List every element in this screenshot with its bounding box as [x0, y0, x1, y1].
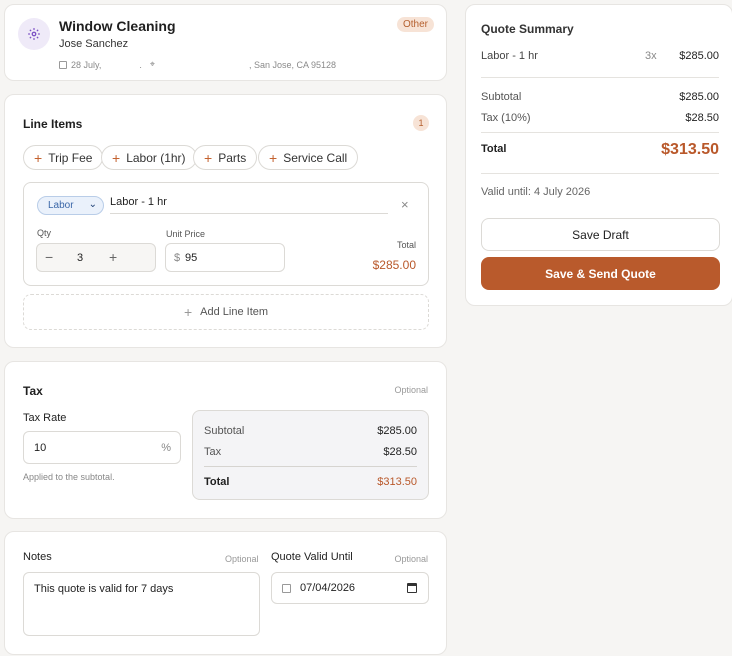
- calendar-icon: [59, 60, 67, 69]
- plus-icon: +: [34, 149, 43, 166]
- quantity-stepper[interactable]: − 3 +: [36, 243, 156, 272]
- plus-icon: +: [269, 149, 278, 166]
- tax-rate-input[interactable]: 10 %: [23, 431, 181, 464]
- unit-price-input[interactable]: $ 95: [165, 243, 285, 272]
- item-type-value: Labor: [48, 200, 74, 211]
- gear-icon: [28, 28, 40, 40]
- tax-breakdown: Subtotal $285.00 Tax $28.50 Total $313.5…: [192, 410, 429, 500]
- client-address: , San Jose, CA 95128: [248, 59, 337, 70]
- tax-rate-value: 10: [34, 442, 47, 454]
- qty-label: Qty: [37, 228, 52, 238]
- unit-price-label: Unit Price: [166, 229, 206, 239]
- plus-icon: +: [204, 149, 213, 166]
- tax-optional-label: Optional: [394, 385, 428, 395]
- summary-subtotal-label: Subtotal: [481, 91, 522, 103]
- unit-price-value: 95: [185, 252, 198, 264]
- quick-add-trip-fee-button[interactable]: + Trip Fee: [23, 145, 104, 170]
- calendar-icon: [282, 584, 291, 593]
- valid-until-title: Quote Valid Until: [271, 551, 353, 563]
- tax-total-value: $313.50: [377, 476, 417, 488]
- summary-item-total: $285.00: [679, 50, 719, 62]
- client-name: Jose Sanchez: [59, 38, 129, 50]
- tax-title: Tax: [23, 384, 43, 398]
- qty-value: 3: [77, 252, 84, 264]
- summary-title: Quote Summary: [481, 22, 574, 36]
- tax-subtotal-label: Subtotal: [204, 425, 245, 437]
- notes-textarea[interactable]: This quote is valid for 7 days: [23, 572, 260, 636]
- valid-until-optional-label: Optional: [394, 554, 428, 564]
- notes-card: Notes Optional This quote is valid for 7…: [4, 531, 447, 655]
- meta-separator: .: [139, 59, 142, 70]
- item-total-label: Total: [396, 240, 416, 250]
- chevron-down-icon: ⌄: [88, 199, 97, 210]
- client-card: Window Cleaning Jose Sanchez 28 July, . …: [4, 4, 447, 81]
- save-send-quote-button[interactable]: Save & Send Quote: [481, 257, 720, 290]
- quick-add-parts-button[interactable]: + Parts: [193, 145, 258, 170]
- tax-total-label: Total: [204, 476, 230, 488]
- service-avatar: [18, 18, 50, 50]
- valid-until-date-input[interactable]: 07/04/2026: [271, 572, 429, 604]
- summary-tax-label: Tax (10%): [481, 112, 531, 124]
- line-items-count-badge: 1: [413, 115, 429, 131]
- item-description-input[interactable]: Labor - 1 hr: [110, 196, 388, 214]
- divider: [481, 132, 719, 133]
- quick-add-label: Trip Fee: [48, 150, 93, 165]
- client-date: 28 July,: [71, 59, 102, 70]
- tax-hint: Applied to the subtotal.: [23, 472, 115, 482]
- location-pin-icon: ⌖: [149, 59, 155, 69]
- notes-optional-label: Optional: [225, 554, 259, 564]
- date-picker-icon[interactable]: [407, 583, 417, 593]
- quick-add-label: Service Call: [283, 150, 348, 165]
- item-type-select[interactable]: Labor ⌄: [37, 196, 104, 215]
- valid-until-value: 07/04/2026: [300, 582, 356, 594]
- quick-add-labor-button[interactable]: + Labor (1hr): [101, 145, 197, 170]
- quick-add-label: Labor (1hr): [126, 150, 186, 165]
- summary-total-label: Total: [481, 143, 507, 155]
- plus-icon: +: [112, 149, 121, 166]
- line-items-title: Line Items: [23, 117, 83, 131]
- divider: [481, 77, 719, 78]
- percent-symbol: %: [161, 442, 171, 454]
- client-meta: 28 July, . ⌖ , San Jose, CA 95128: [59, 59, 359, 70]
- line-item: Labor ⌄ Labor - 1 hr × Qty − 3 + Unit Pr…: [23, 182, 429, 286]
- summary-subtotal-value: $285.00: [679, 91, 719, 103]
- remove-item-icon[interactable]: ×: [401, 197, 409, 212]
- minus-icon[interactable]: −: [45, 249, 53, 265]
- plus-icon[interactable]: +: [109, 249, 117, 265]
- quick-add-label: Parts: [218, 150, 247, 165]
- summary-valid-until: Valid until: 4 July 2026: [481, 186, 591, 198]
- add-line-item-button[interactable]: + Add Line Item: [23, 294, 429, 330]
- save-draft-button[interactable]: Save Draft: [481, 218, 720, 251]
- currency-symbol: $: [174, 252, 181, 264]
- tax-amount-value: $28.50: [383, 446, 417, 458]
- tax-subtotal-value: $285.00: [377, 425, 417, 437]
- item-total-value: $285.00: [372, 258, 416, 272]
- plus-icon: +: [183, 304, 193, 320]
- divider: [481, 173, 719, 174]
- quote-summary-card: Quote Summary Labor - 1 hr 3x $285.00 Su…: [465, 4, 732, 306]
- summary-tax-value: $28.50: [685, 112, 719, 124]
- tax-amount-label: Tax: [204, 446, 222, 458]
- service-title: Window Cleaning: [59, 18, 176, 34]
- divider: [204, 466, 417, 467]
- quick-add-service-call-button[interactable]: + Service Call: [258, 145, 359, 170]
- tax-rate-label: Tax Rate: [23, 412, 67, 424]
- summary-item-qty: 3x: [645, 50, 657, 62]
- line-items-card: Line Items 1 + Trip Fee + Labor (1hr) + Par…: [4, 94, 447, 348]
- notes-title: Notes: [23, 551, 52, 563]
- tax-card: Tax Optional Tax Rate 10 % Applied to th…: [4, 361, 447, 519]
- category-badge: Other: [396, 17, 434, 32]
- summary-total-value: $313.50: [661, 141, 719, 158]
- add-line-item-label: Add Line Item: [200, 306, 269, 318]
- notes-text: This quote is valid for 7 days: [34, 583, 174, 595]
- summary-item-name: Labor - 1 hr: [481, 50, 538, 62]
